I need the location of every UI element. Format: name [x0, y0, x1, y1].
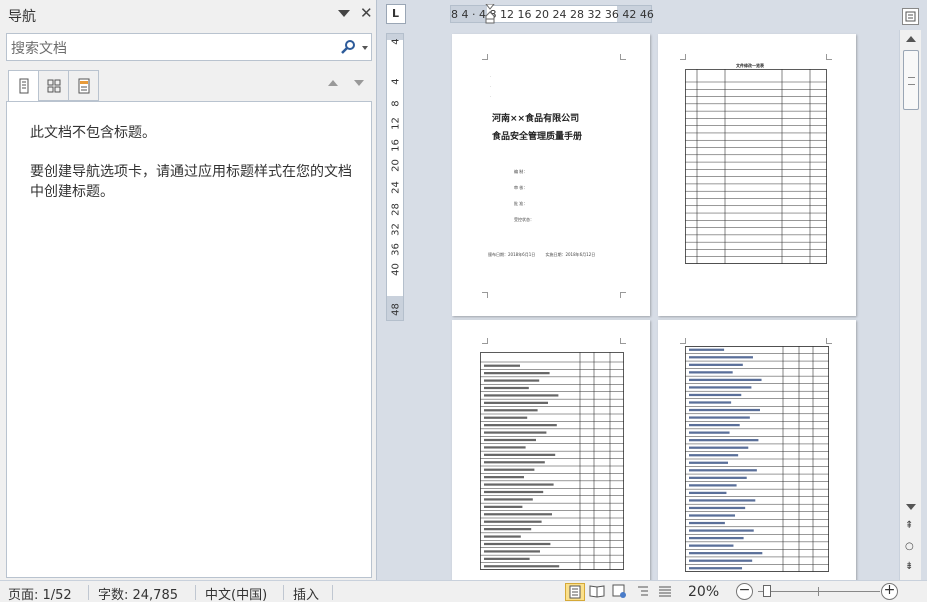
status-bar: 页面: 1/52 字数: 24,785 中文(中国) 插入 20% − + — [0, 580, 927, 602]
horizontal-ruler-labels: 8 4 · 4 8 12 16 20 24 28 32 36 42 46 — [451, 8, 654, 21]
cover-title: 食品安全管理质量手册 — [492, 132, 583, 142]
search-results-icon — [78, 78, 90, 94]
outline-icon — [638, 586, 648, 596]
nav-options-dropdown-icon[interactable] — [338, 10, 350, 17]
navigation-pane: 导航 ✕ 搜索文档 此文档不包含标题。 要创建导航选项卡，请通过应用标题样式在您… — [0, 0, 377, 580]
vertical-ruler-label: 24 — [390, 181, 402, 194]
select-browse-object-icon[interactable]: ○ — [905, 541, 914, 552]
web-layout-button[interactable] — [610, 583, 630, 601]
vertical-ruler-label: 20 — [390, 159, 402, 172]
scroll-down-icon[interactable] — [906, 504, 916, 510]
cover-dates: 颁布日期：2018年6月1日 实施日期：2018年6月12日 — [488, 252, 596, 257]
no-headings-message: 此文档不包含标题。 — [30, 125, 156, 141]
vertical-ruler-label: 28 — [390, 203, 402, 216]
headings-icon — [19, 78, 29, 94]
search-input[interactable]: 搜索文档 — [6, 33, 372, 61]
indent-marker-icon[interactable] — [485, 4, 495, 24]
pages-thumbnail-icon — [47, 79, 61, 93]
page-contents — [452, 320, 650, 580]
zoom-slider-thumb[interactable] — [763, 585, 771, 597]
nav-title: 导航 — [8, 9, 36, 25]
draft-icon — [659, 586, 671, 597]
print-layout-icon — [569, 585, 581, 599]
zoom-in-button[interactable]: + — [881, 583, 898, 600]
search-placeholder: 搜索文档 — [11, 41, 67, 57]
search-options-dropdown-icon[interactable] — [362, 46, 368, 50]
vertical-ruler-label: 8 — [390, 100, 402, 107]
view-ruler-toggle-icon[interactable] — [902, 8, 919, 25]
outline-button[interactable] — [634, 583, 654, 601]
previous-result-icon[interactable] — [328, 80, 338, 86]
nav-close-icon[interactable]: ✕ — [360, 4, 373, 22]
contents-table-continued — [685, 346, 829, 572]
vertical-ruler-label: 4 — [390, 78, 402, 85]
vertical-ruler[interactable]: 4 4 8 12 16 20 24 28 32 36 40 48 — [386, 33, 404, 321]
zoom-level[interactable]: 20% — [688, 584, 719, 600]
search-icon[interactable] — [340, 39, 356, 55]
language-indicator[interactable]: 中文(中国) — [205, 584, 267, 602]
reading-view-icon — [589, 585, 605, 598]
revision-table — [685, 69, 827, 264]
cover-fields: 编 制： 审 核： 批 准： 受控状态： — [514, 169, 534, 222]
draft-button[interactable] — [656, 583, 676, 601]
scroll-up-icon[interactable] — [906, 36, 916, 42]
page-cover: · · · 河南××食品有限公司 食品安全管理质量手册 编 制： 审 核： 批 准：… — [452, 34, 650, 316]
tab-pages[interactable] — [38, 70, 69, 101]
cover-company: 河南××食品有限公司 — [492, 114, 580, 124]
document-area[interactable]: · · · 河南××食品有限公司 食品安全管理质量手册 编 制： 审 核： 批 准：… — [412, 30, 899, 580]
vertical-ruler-label: 12 — [390, 117, 402, 130]
zoom-slider[interactable] — [758, 591, 880, 592]
vertical-ruler-label: 40 — [390, 263, 402, 276]
horizontal-ruler[interactable]: 8 4 · 4 8 12 16 20 24 28 32 36 42 46 — [450, 4, 654, 24]
page-contents-continued — [658, 320, 856, 580]
tab-selector[interactable]: L — [386, 4, 406, 24]
vertical-ruler-label: 36 — [390, 243, 402, 256]
nav-header: 导航 ✕ — [0, 0, 377, 30]
next-result-icon[interactable] — [354, 80, 364, 86]
vertical-ruler-label: 16 — [390, 139, 402, 152]
full-screen-reading-button[interactable] — [588, 583, 608, 601]
nav-content: 此文档不包含标题。 要创建导航选项卡，请通过应用标题样式在您的文档中创建标题。 — [6, 101, 372, 578]
vertical-ruler-label: 4 — [390, 38, 402, 45]
previous-page-icon[interactable]: ⇞ — [905, 520, 913, 531]
vertical-ruler-label: 32 — [390, 223, 402, 236]
page-count[interactable]: 页面: 1/52 — [8, 584, 72, 602]
page-revision-table: 文件修改一览表 — [658, 34, 856, 316]
create-headings-hint: 要创建导航选项卡，请通过应用标题样式在您的文档中创建标题。 — [30, 164, 352, 200]
tab-headings[interactable] — [8, 70, 39, 102]
vertical-scrollbar[interactable]: ⇞ ○ ⇟ — [899, 30, 921, 580]
contents-table — [480, 352, 624, 570]
insert-mode-indicator[interactable]: 插入 — [293, 584, 319, 602]
web-layout-icon — [612, 584, 626, 598]
next-page-icon[interactable]: ⇟ — [905, 561, 913, 572]
zoom-out-button[interactable]: − — [736, 583, 753, 600]
vertical-ruler-label: 48 — [390, 303, 402, 316]
scrollbar-thumb[interactable] — [903, 50, 919, 110]
word-count[interactable]: 字数: 24,785 — [98, 584, 178, 602]
tab-results[interactable] — [68, 70, 99, 101]
print-layout-button[interactable] — [565, 583, 585, 601]
